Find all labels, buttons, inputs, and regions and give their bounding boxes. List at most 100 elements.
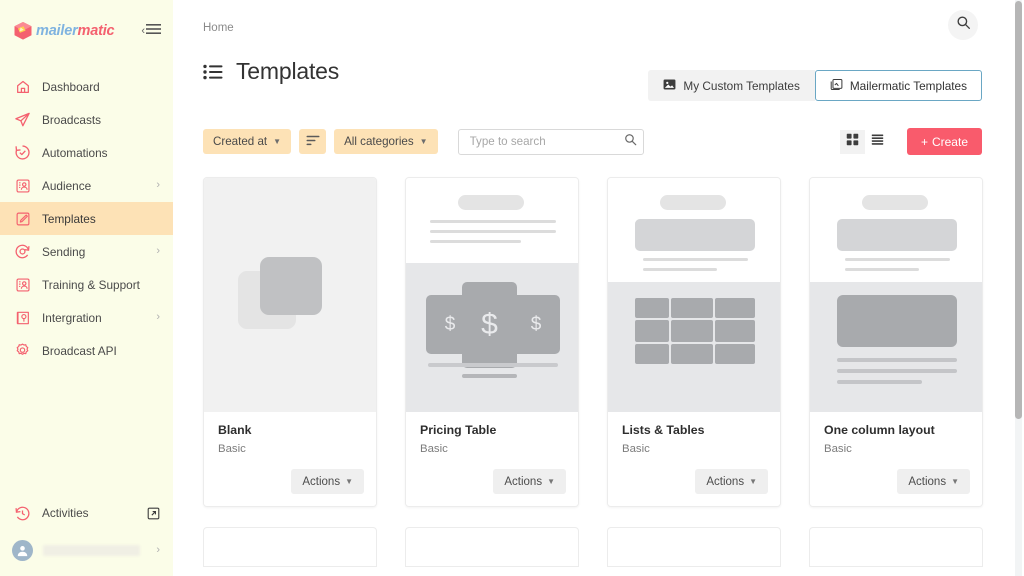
sidebar-item-label: Audience [42,178,92,193]
thumb-pill [660,195,726,210]
category-filter-label: All categories [344,135,414,148]
api-gear-icon [14,342,31,359]
sidebar-item-broadcasts[interactable]: Broadcasts [0,103,173,136]
history-icon [14,505,31,522]
actions-row: Actions ▼ [622,469,768,494]
search-input[interactable] [469,135,624,148]
sidebar: mailermatic ‹ Dashboard Broadcasts Autom… [0,0,173,576]
breadcrumb[interactable]: Home [203,22,234,34]
home-icon [14,78,31,95]
user-name [43,544,141,556]
paper-plane-icon [14,111,31,128]
template-edit-icon [14,210,31,227]
brand-name-part1: mailer [36,23,78,39]
template-title: Lists & Tables [622,423,705,437]
chevron-right-icon: › [156,179,160,191]
table-cell [635,320,669,342]
template-category: Basic [622,443,650,455]
template-card[interactable] [203,527,377,567]
actions-row: Actions ▼ [420,469,566,494]
mailermatic-logo-icon [13,21,33,41]
training-icon [14,276,31,293]
chevron-down-icon: ▼ [951,477,959,486]
template-title: Pricing Table [420,423,497,437]
thumb-block [837,219,957,251]
actions-row: Actions ▼ [824,469,970,494]
template-card[interactable] [405,527,579,567]
card-body: Lists & Tables Basic Actions ▼ [608,412,780,506]
thumb-line [837,380,922,384]
tab-my-custom-templates[interactable]: My Custom Templates [648,70,815,101]
chevron-down-icon: ▼ [749,477,757,486]
table-cell [671,320,713,342]
brand-logo[interactable]: mailermatic [13,21,115,41]
thumb-shape-front [260,257,322,315]
sidebar-item-activities[interactable]: Activities [0,496,173,530]
template-category: Basic [420,443,448,455]
sidebar-item-label: Broadcast API [42,343,117,358]
sidebar-item-audience[interactable]: Audience › [0,169,173,202]
search-icon[interactable] [624,133,637,151]
card-body: One column layout Basic Actions ▼ [810,412,982,506]
page-scrollbar[interactable] [1015,0,1022,576]
user-profile-row[interactable]: › [0,530,173,564]
sidebar-item-broadcast-api[interactable]: Broadcast API [0,334,173,367]
list-view-button[interactable] [864,129,890,154]
sidebar-item-label: Intergration [42,310,102,325]
global-search-button[interactable] [948,10,978,40]
sort-direction-button[interactable] [299,129,327,154]
chevron-down-icon: ▼ [345,477,353,486]
actions-label: Actions [504,475,543,488]
integration-icon [14,309,31,326]
sidebar-item-training-support[interactable]: Training & Support [0,268,173,301]
title-row: Templates My Custom Templates Mailermati… [173,58,1024,101]
category-filter-dropdown[interactable]: All categories ▼ [334,129,438,154]
chevron-right-icon: › [156,311,160,323]
template-card[interactable]: Blank Basic Actions ▼ [203,177,377,507]
template-title: Blank [218,423,252,437]
search-field[interactable] [457,128,644,155]
sidebar-item-intergration[interactable]: Intergration › [0,301,173,334]
clock-check-icon [14,144,31,161]
image-icon [663,78,676,94]
template-card[interactable]: Lists & Tables Basic Actions ▼ [607,177,781,507]
create-button-label: Create [931,134,968,149]
actions-dropdown[interactable]: Actions ▼ [493,469,566,494]
price-card-right: $ [512,295,560,354]
sidebar-item-label: Activities [42,506,89,520]
actions-dropdown[interactable]: Actions ▼ [897,469,970,494]
actions-dropdown[interactable]: Actions ▼ [695,469,768,494]
template-grid-next-row [173,527,1024,567]
template-card[interactable] [607,527,781,567]
tab-mailermatic-templates[interactable]: Mailermatic Templates [814,70,982,101]
toolbar-left: Created at ▼ All categories ▼ [203,128,644,155]
sidebar-item-label: Automations [42,145,108,160]
sort-by-dropdown[interactable]: Created at ▼ [203,129,292,154]
create-button[interactable]: + Create [906,128,982,155]
scrollbar-thumb[interactable] [1015,1,1022,419]
actions-dropdown[interactable]: Actions ▼ [291,469,364,494]
audience-icon [14,177,31,194]
copy-icon [830,78,843,94]
sending-icon [14,243,31,260]
template-source-tabs: My Custom Templates Mailermatic Template… [648,70,982,101]
template-card[interactable] [809,527,983,567]
card-body: Pricing Table Basic Actions ▼ [406,412,578,506]
grid-view-button[interactable] [839,129,865,154]
sidebar-item-templates[interactable]: Templates [0,202,173,235]
sidebar-item-dashboard[interactable]: Dashboard [0,70,173,103]
sidebar-item-automations[interactable]: Automations [0,136,173,169]
toolbar: Created at ▼ All categories ▼ Type to se… [173,128,1024,155]
search-icon [956,15,971,35]
actions-label: Actions [908,475,947,488]
top-bar: Home [173,0,1024,62]
sidebar-item-sending[interactable]: Sending › [0,235,173,268]
app-root: mailermatic ‹ Dashboard Broadcasts Autom… [0,0,1024,576]
sidebar-collapse-button[interactable]: ‹ [141,22,161,40]
template-thumbnail-onecol [810,178,982,412]
external-link-icon[interactable] [147,507,160,520]
template-card[interactable]: One column layout Basic Actions ▼ [809,177,983,507]
chevron-down-icon: ▼ [273,137,282,146]
template-card[interactable]: $ $ $ Pricing Table Basic Actions ▼ [405,177,579,507]
table-cell [715,344,755,364]
